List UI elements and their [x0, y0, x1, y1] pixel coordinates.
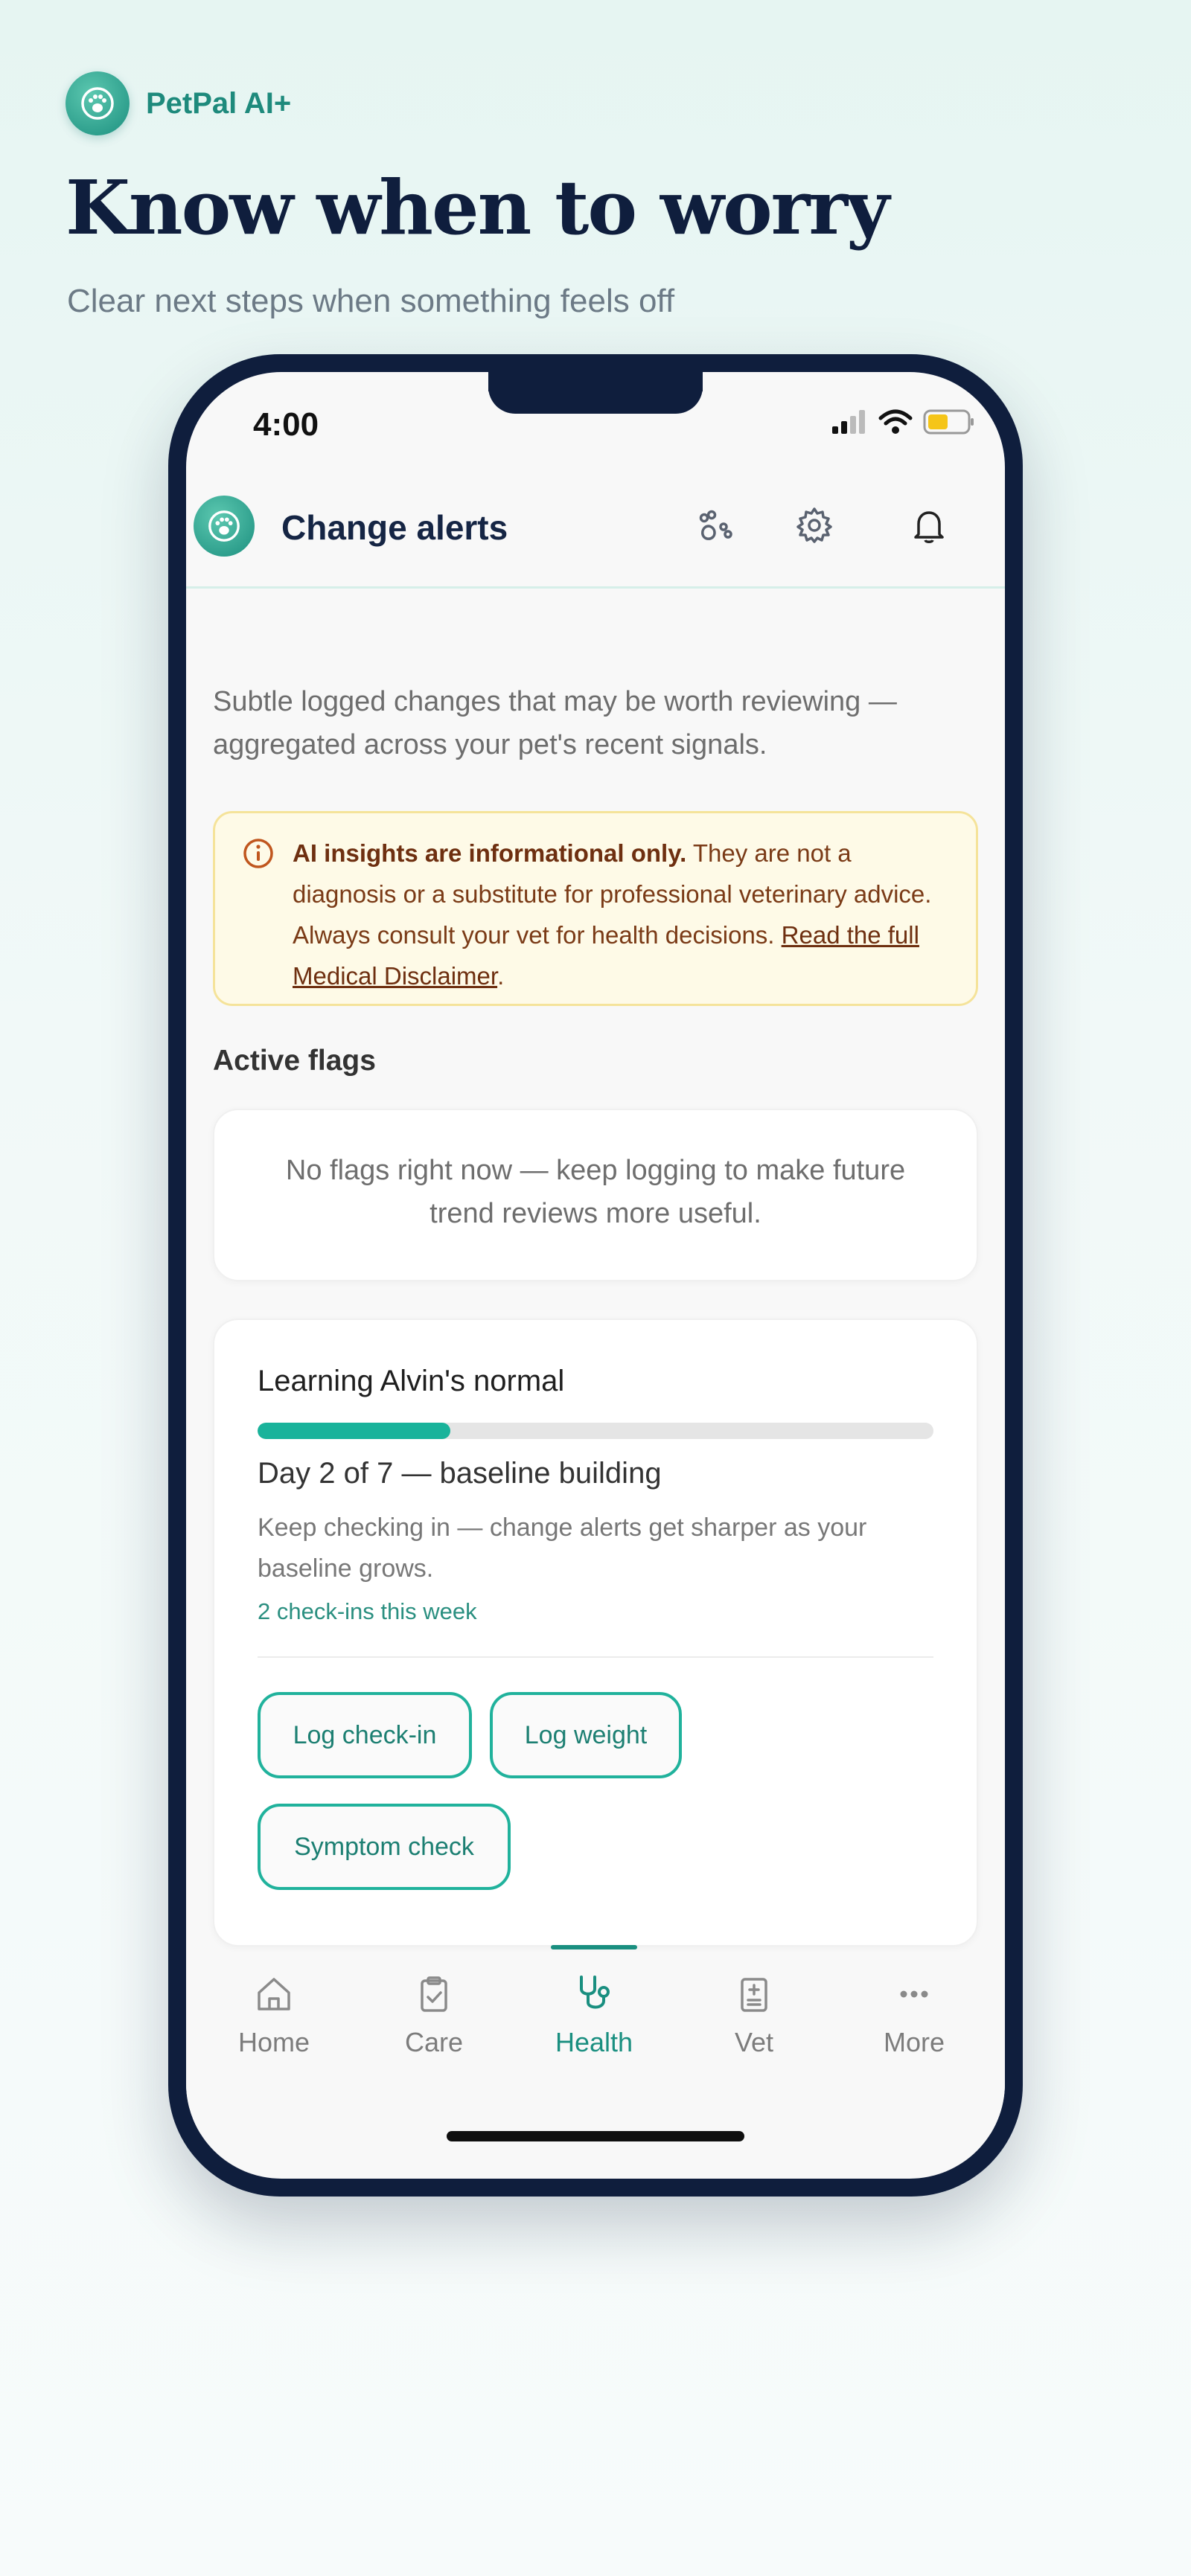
tab-health[interactable]: Health [520, 1945, 668, 2058]
hero-headline: Know when to worry [66, 164, 890, 251]
active-flags-title: Active flags [213, 1045, 376, 1077]
gear-icon [794, 504, 835, 550]
tab-label: Care [404, 2027, 464, 2057]
active-tab-indicator [551, 1945, 637, 1949]
dynamic-island [488, 372, 703, 414]
cellular-signal-icon [832, 410, 868, 438]
app-logo-icon[interactable] [194, 496, 255, 557]
tab-home[interactable]: Home [199, 1970, 348, 2058]
home-icon [250, 1970, 298, 2018]
clipboard-check-icon [410, 1970, 458, 2018]
phone-frame: 4:00 Change alerts Subtle logged changes… [168, 354, 1023, 2197]
settings-button[interactable] [791, 503, 838, 551]
disclaimer-heading: AI insights are informational only. [293, 839, 687, 867]
active-flags-empty-card: No flags right now — keep logging to mak… [213, 1109, 978, 1281]
status-icons [832, 409, 975, 438]
notifications-button[interactable] [905, 503, 953, 551]
bottom-tab-bar: Home Care Health Vet More [186, 1945, 1005, 2134]
pets-button[interactable] [692, 503, 740, 551]
home-indicator [447, 2131, 744, 2141]
baseline-progress-fill [258, 1423, 451, 1439]
app-bar: Change alerts [186, 475, 1005, 589]
page-title: Change alerts [281, 508, 508, 547]
tab-more[interactable]: More [840, 1970, 989, 2058]
log-weight-button[interactable]: Log weight [490, 1692, 682, 1778]
wifi-icon [878, 409, 913, 438]
intro-text: Subtle logged changes that may be worth … [213, 686, 897, 760]
brand: PetPal AI+ [66, 71, 291, 135]
hero-subheadline: Clear next steps when something feels of… [67, 283, 675, 319]
baseline-learning-card: Learning Alvin's normal Day 2 of 7 — bas… [213, 1319, 978, 1947]
tab-label: More [883, 2027, 945, 2057]
paw-prints-icon [695, 504, 737, 550]
tab-label: Health [555, 2027, 633, 2057]
medical-clipboard-icon [730, 1970, 778, 2018]
learning-description: Keep checking in — change alerts get sha… [258, 1513, 867, 1583]
paw-logo-icon [66, 71, 130, 135]
bell-icon [908, 504, 950, 550]
medical-disclaimer-banner: AI insights are informational only. They… [213, 811, 978, 1006]
log-checkin-button[interactable]: Log check-in [258, 1692, 472, 1778]
stethoscope-icon [570, 1970, 618, 2018]
learning-title: Learning Alvin's normal [258, 1365, 565, 1397]
checkins-count: 2 check-ins this week [258, 1598, 477, 1624]
tab-vet[interactable]: Vet [680, 1970, 828, 2058]
empty-state-text: No flags right now — keep logging to mak… [285, 1155, 906, 1229]
status-time: 4:00 [253, 406, 319, 443]
tab-label: Home [237, 2027, 310, 2057]
info-icon [242, 837, 275, 870]
baseline-progress-bar [258, 1423, 933, 1439]
tab-care[interactable]: Care [360, 1970, 508, 2058]
disclaimer-end: . [497, 962, 505, 990]
symptom-check-button[interactable]: Symptom check [258, 1804, 511, 1890]
more-dots-icon [890, 1970, 938, 2018]
baseline-day-text: Day 2 of 7 — baseline building [258, 1457, 662, 1490]
phone-screen: 4:00 Change alerts Subtle logged changes… [186, 372, 1005, 2179]
brand-name: PetPal AI+ [146, 86, 292, 120]
battery-icon [923, 409, 975, 438]
tab-label: Vet [734, 2027, 774, 2057]
divider [258, 1656, 933, 1658]
